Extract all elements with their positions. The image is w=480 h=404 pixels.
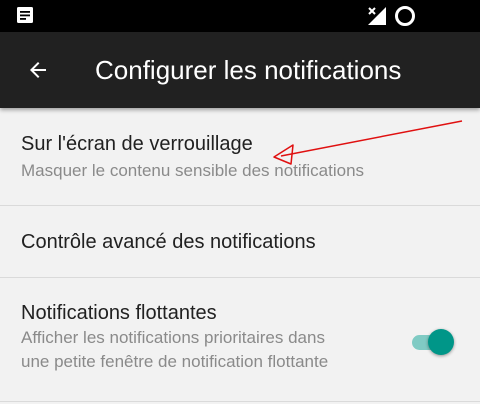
setting-title: Sur l'écran de verrouillage [21,133,253,155]
toggle-thumb [428,329,454,355]
app-bar: Configurer les notifications [0,32,480,108]
no-signal-icon [368,7,386,25]
back-button[interactable] [20,52,56,88]
setting-summary: Afficher les notifications prioritaires … [21,326,328,374]
floating-notifications-toggle[interactable] [408,327,454,357]
notification-icon [17,7,33,23]
setting-summary-line-1: Afficher les notifications prioritaires … [21,328,325,347]
advanced-notification-control-setting[interactable]: Contrôle avancé des notifications [0,206,480,278]
battery-ring-icon [395,6,415,26]
setting-title: Notifications flottantes [21,302,217,324]
setting-summary-line-2: une petite fenêtre de notification flott… [21,352,329,371]
setting-summary: Masquer le contenu sensible des notifica… [21,161,365,180]
status-bar [0,0,480,32]
settings-list: Sur l'écran de verrouillage Masquer le c… [0,108,480,402]
arrow-back-icon [30,62,46,78]
setting-title: Contrôle avancé des notifications [21,231,316,253]
page-title: Configurer les notifications [95,55,402,85]
lock-screen-setting[interactable]: Sur l'écran de verrouillage Masquer le c… [0,108,480,206]
floating-notifications-setting[interactable]: Notifications flottantes Afficher les no… [0,278,480,402]
